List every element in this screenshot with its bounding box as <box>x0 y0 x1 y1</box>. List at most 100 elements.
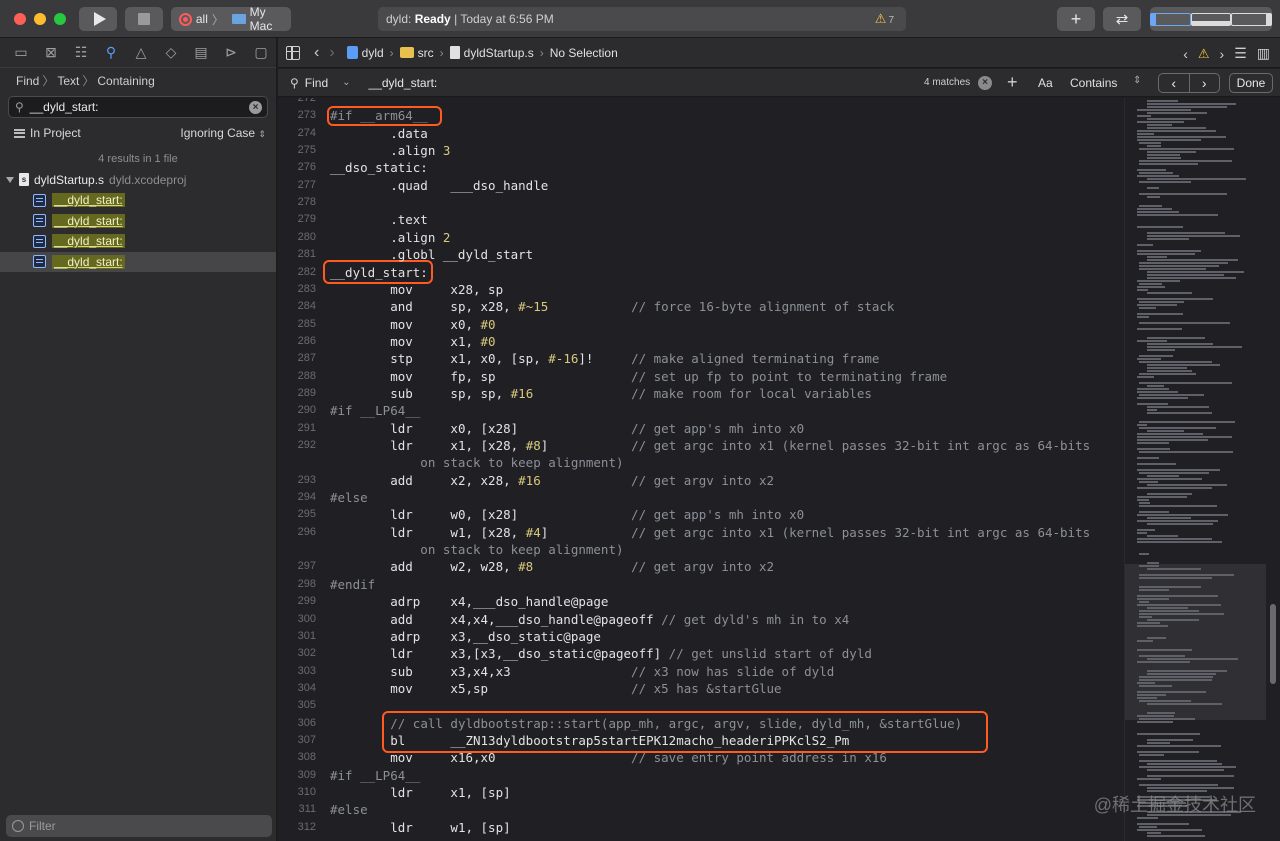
disclosure-triangle-icon[interactable] <box>6 176 14 183</box>
toggle-navigator-button[interactable] <box>1150 7 1191 31</box>
result-file-row[interactable]: s dyldStartup.s dyld.xcodeproj <box>0 169 276 190</box>
chevron-down-icon[interactable]: ⌄ <box>342 77 350 88</box>
code-line[interactable]: 284 and sp, x28, #~15 // force 16-byte a… <box>278 298 1124 315</box>
adjust-editor-icon[interactable]: ☰ <box>1234 45 1247 62</box>
code-line[interactable]: 293 add x2, x28, #16 // get argv into x2 <box>278 472 1124 489</box>
forward-arrow-icon[interactable]: › <box>329 44 334 62</box>
code-line[interactable]: on stack to keep alignment) <box>278 541 1124 558</box>
clear-icon[interactable]: × <box>249 101 262 114</box>
stop-button[interactable] <box>125 7 163 31</box>
code-line[interactable]: 308 mov x16,x0 // save entry point addre… <box>278 749 1124 766</box>
plus-icon[interactable]: + <box>1007 72 1018 93</box>
code-line[interactable]: 282 __dyld_start: <box>278 264 1124 281</box>
code-line[interactable]: on stack to keep alignment) <box>278 454 1124 471</box>
toggle-inspector-button[interactable] <box>1231 7 1273 31</box>
breadcrumb-project[interactable]: dyld <box>362 46 384 60</box>
vertical-scrollbar[interactable] <box>1266 98 1280 841</box>
code-line[interactable]: 274 .data <box>278 125 1124 142</box>
breadcrumb-selection[interactable]: No Selection <box>550 46 618 60</box>
scroll-thumb[interactable] <box>1270 604 1276 684</box>
result-match-row-selected[interactable]: __dyld_start: <box>0 251 276 272</box>
related-items-icon[interactable] <box>286 45 300 60</box>
code-line[interactable]: 275 .align 3 <box>278 142 1124 159</box>
breadcrumb-file[interactable]: dyldStartup.s <box>464 46 534 60</box>
symbol-icon[interactable]: ☷ <box>66 44 96 61</box>
scheme-selector[interactable]: all 〉 My Mac <box>171 5 291 33</box>
code-line[interactable]: 309 #if __LP64__ <box>278 767 1124 784</box>
code-line[interactable]: 272 <box>278 98 1124 107</box>
code-line[interactable]: 276 __dso_static: <box>278 159 1124 176</box>
code-line[interactable]: 285 mov x0, #0 <box>278 316 1124 333</box>
issue-icon[interactable]: △ <box>126 44 156 61</box>
library-button[interactable]: + <box>1057 7 1095 31</box>
code-line[interactable]: 286 mov x1, #0 <box>278 333 1124 350</box>
next-match-button[interactable]: › <box>1190 74 1220 92</box>
find-query-input[interactable]: __dyld_start: <box>369 76 438 90</box>
code-line[interactable]: 312 ldr w1, [sp] <box>278 819 1124 836</box>
debug-icon[interactable]: ▤ <box>186 44 216 61</box>
find-path-text[interactable]: Text <box>57 74 79 88</box>
source-editor[interactable]: 272 273 #if __arm64__ 274 .data 275 .align 3… <box>278 98 1124 841</box>
close-window-button[interactable] <box>14 13 26 25</box>
code-line[interactable]: 280 .align 2 <box>278 229 1124 246</box>
code-line[interactable]: 296 ldr w1, [x28, #4] // get argc into x… <box>278 524 1124 541</box>
code-line[interactable]: 299 adrp x4,___dso_handle@page <box>278 593 1124 610</box>
up-down-chevron-icon[interactable]: ⇕ <box>1133 75 1141 86</box>
result-match-row[interactable]: __dyld_start: <box>0 231 276 252</box>
case-option-selector[interactable]: Ignoring Case ⇕ <box>180 126 266 140</box>
code-review-button[interactable]: ⇄ <box>1103 7 1141 31</box>
run-button[interactable] <box>79 7 117 31</box>
previous-issue-icon[interactable]: ‹ <box>1183 46 1188 62</box>
match-type-selector[interactable]: Contains <box>1070 76 1117 90</box>
code-line[interactable]: 307 bl __ZN13dyldbootstrap5startEPK12mac… <box>278 732 1124 749</box>
code-line[interactable]: 305 <box>278 697 1124 714</box>
zoom-window-button[interactable] <box>54 13 66 25</box>
find-path-find[interactable]: Find <box>16 74 39 88</box>
code-line[interactable]: 304 mov x5,sp // x5 has &startGlue <box>278 680 1124 697</box>
code-line[interactable]: 290 #if __LP64__ <box>278 402 1124 419</box>
find-path-containing[interactable]: Containing <box>97 74 154 88</box>
previous-match-button[interactable]: ‹ <box>1159 74 1190 92</box>
find-mode-label[interactable]: Find <box>305 76 328 90</box>
code-line[interactable]: 303 sub x3,x4,x3 // x3 now has slide of … <box>278 663 1124 680</box>
code-line[interactable]: 294 #else <box>278 489 1124 506</box>
result-match-row[interactable]: __dyld_start: <box>0 211 276 232</box>
breadcrumb-folder[interactable]: src <box>418 46 434 60</box>
add-editor-icon[interactable]: ▥ <box>1257 45 1270 62</box>
match-case-button[interactable]: Aa <box>1038 76 1053 90</box>
code-line[interactable]: 302 ldr x3,[x3,__dso_static@pageoff] // … <box>278 645 1124 662</box>
next-issue-icon[interactable]: › <box>1220 46 1225 62</box>
report-icon[interactable]: ▢ <box>246 44 276 61</box>
clear-icon[interactable]: × <box>978 76 992 90</box>
scope-selector[interactable]: In Project <box>14 126 81 140</box>
back-arrow-icon[interactable]: ‹ <box>314 44 319 62</box>
minimap[interactable] <box>1124 98 1266 841</box>
minimize-window-button[interactable] <box>34 13 46 25</box>
breakpoint-icon[interactable]: ⊳ <box>216 44 246 61</box>
code-line[interactable]: 292 ldr x1, [x28, #8] // get argc into x… <box>278 437 1124 454</box>
code-line[interactable]: 278 <box>278 194 1124 211</box>
code-line[interactable]: 301 adrp x3,__dso_static@page <box>278 628 1124 645</box>
code-line[interactable]: 298 #endif <box>278 576 1124 593</box>
code-line[interactable]: 283 mov x28, sp <box>278 281 1124 298</box>
warnings-indicator[interactable]: ⚠ 7 <box>875 11 894 27</box>
code-line[interactable]: 281 .globl __dyld_start <box>278 246 1124 263</box>
code-line[interactable]: 295 ldr w0, [x28] // get app's mh into x… <box>278 506 1124 523</box>
code-line[interactable]: 277 .quad ___dso_handle <box>278 177 1124 194</box>
filter-input[interactable]: Filter <box>6 815 272 837</box>
code-line[interactable]: 311 #else <box>278 801 1124 818</box>
source-control-icon[interactable]: ⊠ <box>36 44 66 61</box>
code-line[interactable]: 287 stp x1, x0, [sp, #-16]! // make alig… <box>278 350 1124 367</box>
result-match-row[interactable]: __dyld_start: <box>0 190 276 211</box>
code-line[interactable]: 291 ldr x0, [x28] // get app's mh into x… <box>278 420 1124 437</box>
code-line[interactable]: 273 #if __arm64__ <box>278 107 1124 124</box>
find-mode-path[interactable]: Find 〉 Text 〉 Containing <box>0 68 276 92</box>
test-icon[interactable]: ◇ <box>156 44 186 61</box>
code-line[interactable]: 300 add x4,x4,___dso_handle@pageoff // g… <box>278 611 1124 628</box>
search-input[interactable]: ⚲ __dyld_start: × <box>8 96 268 118</box>
code-line[interactable]: 310 ldr x1, [sp] <box>278 784 1124 801</box>
code-line[interactable]: 279 .text <box>278 211 1124 228</box>
folder-icon[interactable]: ▭ <box>6 44 36 61</box>
code-line[interactable]: 289 sub sp, sp, #16 // make room for loc… <box>278 385 1124 402</box>
search-icon[interactable]: ⚲ <box>96 44 126 61</box>
